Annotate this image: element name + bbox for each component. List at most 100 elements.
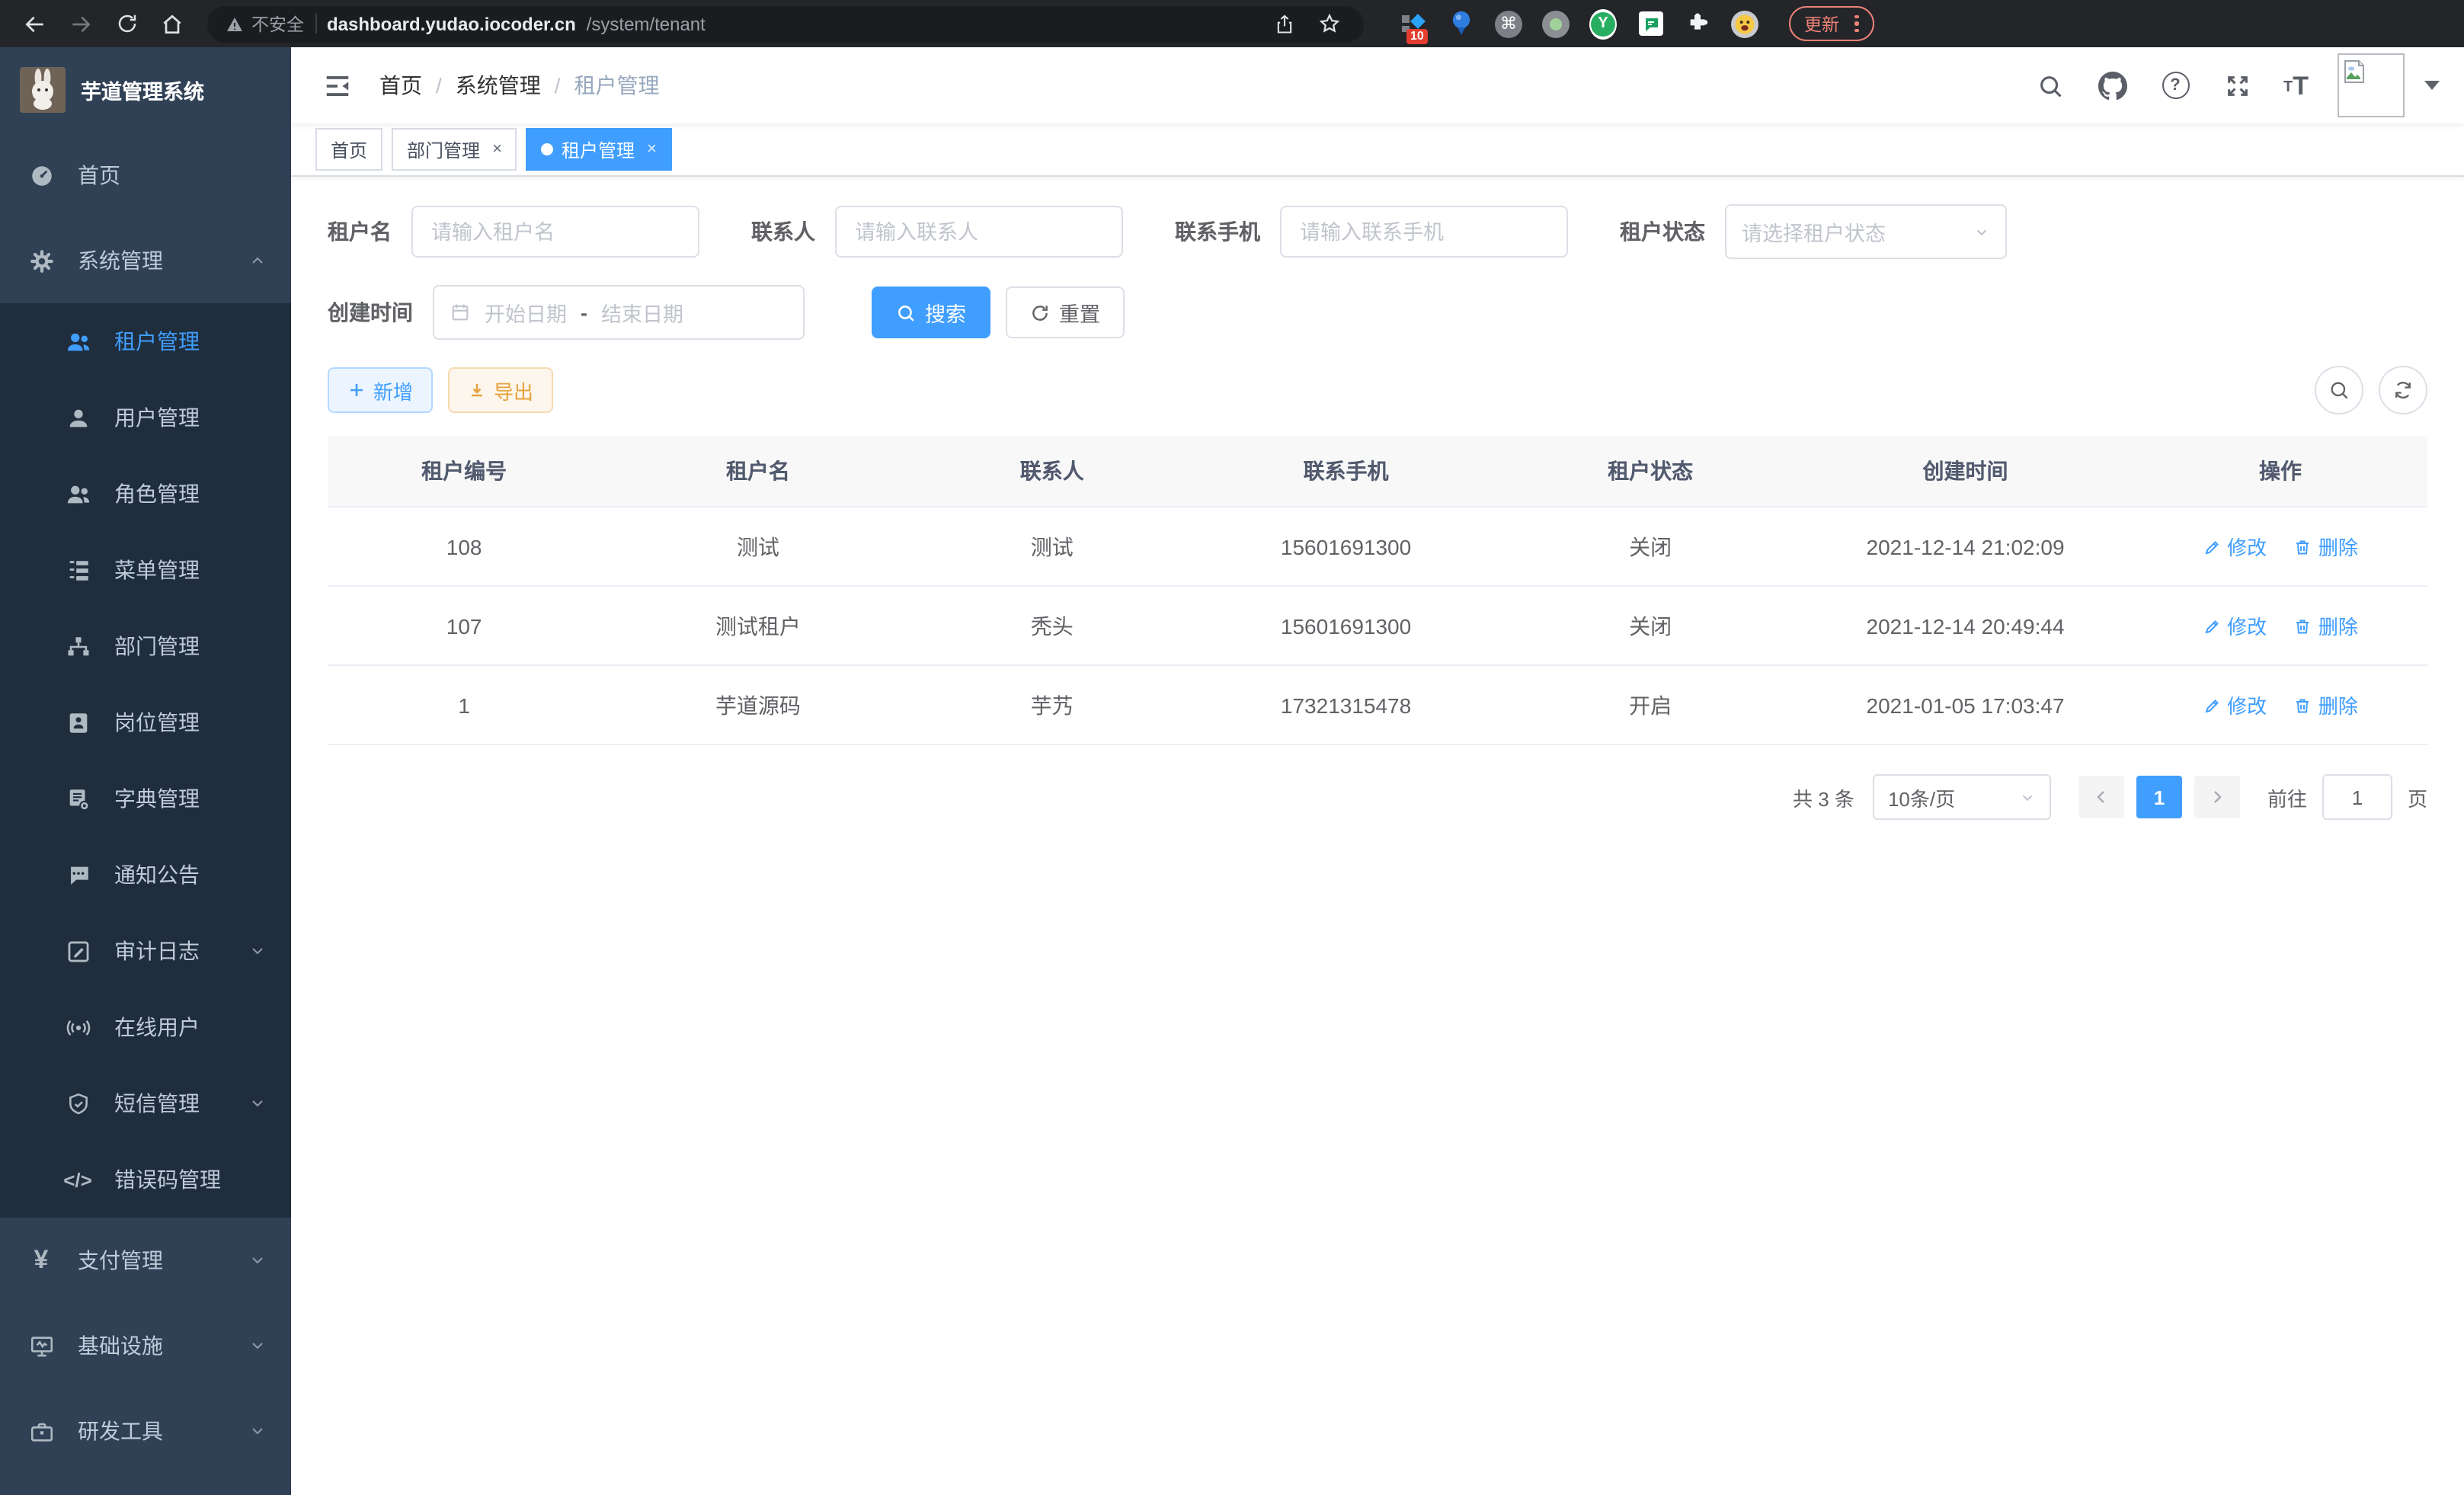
tags-view-bar: 首页 部门管理 × 租户管理 × — [291, 123, 2464, 177]
goto-label: 前往 — [2267, 783, 2307, 812]
chevron-down-icon — [248, 1337, 267, 1355]
contact-input[interactable] — [835, 206, 1123, 258]
chevron-left-icon — [2092, 788, 2110, 806]
sidebar-item-error-code[interactable]: </> 错误码管理 — [0, 1141, 291, 1218]
sidebar-item-post[interactable]: 岗位管理 — [0, 684, 291, 760]
star-icon — [1317, 12, 1340, 35]
sidebar-item-audit-log[interactable]: 审计日志 — [0, 913, 291, 989]
puzzle-icon — [1685, 11, 1710, 36]
breadcrumb-home[interactable]: 首页 — [379, 70, 422, 101]
page-number-1[interactable]: 1 — [2136, 776, 2182, 818]
app-title: 芋道管理系统 — [81, 75, 204, 105]
breadcrumb-current: 租户管理 — [574, 70, 660, 101]
edit-icon — [2203, 616, 2221, 635]
bookmark-star-button[interactable] — [1312, 7, 1346, 40]
prev-page-button[interactable] — [2078, 776, 2124, 818]
profile-avatar-button[interactable] — [1731, 10, 1758, 37]
extension-icon-3[interactable]: ⌘ — [1495, 10, 1522, 37]
page-size-select[interactable]: 10条/页 — [1873, 774, 2051, 820]
add-button[interactable]: 新增 — [328, 367, 433, 413]
logo-row[interactable]: 芋道管理系统 — [0, 47, 291, 133]
sidebar-item-user[interactable]: 用户管理 — [0, 379, 291, 456]
goto-page-input[interactable] — [2322, 774, 2392, 820]
sidebar-item-dept[interactable]: 部门管理 — [0, 608, 291, 684]
edit-link[interactable]: 修改 — [2203, 532, 2267, 561]
broken-image-icon — [2344, 59, 2365, 84]
sidebar-item-home[interactable]: 首页 — [0, 133, 291, 218]
chevron-down-icon — [2019, 789, 2036, 805]
header-search-button[interactable] — [2034, 69, 2067, 102]
reset-button[interactable]: 重置 — [1006, 287, 1125, 338]
avatar-caret-icon[interactable] — [2424, 81, 2440, 90]
trash-icon — [2294, 537, 2312, 555]
extensions-puzzle-button[interactable] — [1684, 10, 1711, 37]
url-host: dashboard.yudao.iocoder.cn — [327, 13, 576, 34]
sidebar-item-infra[interactable]: 基础设施 — [0, 1303, 291, 1388]
extension-icon-2[interactable] — [1448, 10, 1475, 37]
export-button[interactable]: 导出 — [448, 367, 553, 413]
logo-rabbit-image — [20, 67, 66, 113]
sidebar-item-role[interactable]: 角色管理 — [0, 456, 291, 532]
yen-icon: ¥ — [24, 1245, 58, 1276]
sidebar-toggle-button[interactable] — [315, 64, 358, 107]
extension-icon-6[interactable] — [1637, 10, 1664, 37]
edit-link[interactable]: 修改 — [2203, 611, 2267, 640]
sidebar-item-tenant[interactable]: 租户管理 — [0, 303, 291, 379]
sidebar-item-dict[interactable]: 字典管理 — [0, 760, 291, 837]
status-select[interactable]: 请选择租户状态 — [1725, 204, 2007, 259]
chevron-right-icon — [2208, 788, 2226, 806]
date-range-picker[interactable]: 开始日期 - 结束日期 — [433, 285, 805, 340]
warning-icon — [226, 14, 244, 33]
help-doc-button[interactable]: ? — [2158, 69, 2192, 102]
share-button[interactable] — [1268, 7, 1301, 40]
sidebar-item-online-users[interactable]: 在线用户 — [0, 989, 291, 1065]
edit-link[interactable]: 修改 — [2203, 690, 2267, 719]
mobile-label: 联系手机 — [1175, 216, 1260, 247]
user-avatar[interactable] — [2338, 53, 2405, 117]
browser-reload-button[interactable] — [107, 4, 146, 43]
screen: 不安全 dashboard.yudao.iocoder.cn/system/te… — [0, 0, 2464, 1495]
sidebar-item-sms[interactable]: 短信管理 — [0, 1065, 291, 1141]
close-icon[interactable]: × — [492, 140, 502, 158]
breadcrumb-system[interactable]: 系统管理 — [456, 70, 541, 101]
mobile-input[interactable] — [1280, 206, 1568, 258]
delete-link[interactable]: 删除 — [2294, 690, 2358, 719]
next-page-button[interactable] — [2194, 776, 2240, 818]
tab-tenant[interactable]: 租户管理 × — [526, 128, 672, 171]
extension-icon-1[interactable]: 10 — [1400, 10, 1428, 37]
col-created: 创建时间 — [1797, 436, 2133, 507]
browser-forward-button[interactable] — [61, 4, 101, 43]
delete-link[interactable]: 删除 — [2294, 611, 2358, 640]
tab-dept[interactable]: 部门管理 × — [392, 128, 517, 171]
sidebar: 芋道管理系统 首页 系统管理 — [0, 47, 291, 1495]
sidebar-item-pay[interactable]: ¥ 支付管理 — [0, 1218, 291, 1303]
extensions-row: 10 ⌘ Y — [1400, 10, 1758, 37]
sidebar-item-dev-tools[interactable]: 研发工具 — [0, 1388, 291, 1474]
sidebar-item-system[interactable]: 系统管理 — [0, 218, 291, 303]
github-link-button[interactable] — [2096, 69, 2130, 102]
browser-back-button[interactable] — [15, 4, 55, 43]
toggle-search-button[interactable] — [2315, 366, 2363, 415]
sidebar-item-notice[interactable]: 通知公告 — [0, 837, 291, 913]
chat-extension-icon — [1637, 11, 1663, 37]
browser-update-button[interactable]: 更新 — [1789, 6, 1874, 41]
site-security-indicator[interactable]: 不安全 — [226, 11, 304, 36]
browser-home-button[interactable] — [152, 4, 192, 43]
close-icon[interactable]: × — [647, 140, 657, 158]
filter-contact: 联系人 — [751, 206, 1123, 258]
tenant-name-input[interactable] — [411, 206, 699, 258]
address-bar[interactable]: 不安全 dashboard.yudao.iocoder.cn/system/te… — [207, 5, 1364, 42]
delete-link[interactable]: 删除 — [2294, 532, 2358, 561]
fullscreen-button[interactable] — [2221, 69, 2254, 102]
search-icon — [2037, 72, 2063, 98]
sidebar-item-menu[interactable]: 菜单管理 — [0, 532, 291, 608]
navbar: 首页 / 系统管理 / 租户管理 ? — [291, 47, 2464, 123]
search-button[interactable]: 搜索 — [872, 287, 990, 338]
refresh-table-button[interactable] — [2379, 366, 2427, 415]
extension-icon-4[interactable] — [1542, 10, 1570, 37]
col-actions: 操作 — [2133, 436, 2427, 507]
extension-icon-5[interactable]: Y — [1589, 10, 1617, 37]
browser-menu-icon[interactable] — [1854, 15, 1858, 33]
font-size-button[interactable]: TT — [2283, 72, 2309, 98]
tab-home[interactable]: 首页 — [315, 128, 382, 171]
